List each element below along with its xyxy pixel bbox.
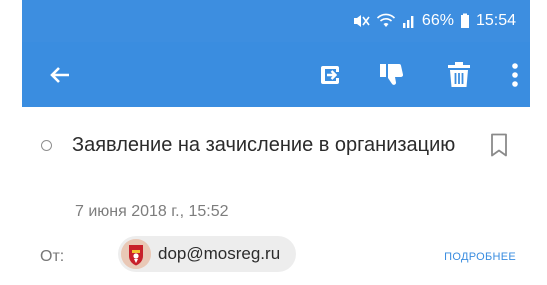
message-date: 7 июня 2018 г., 15:52 bbox=[75, 203, 229, 220]
signal-icon bbox=[402, 13, 416, 29]
more-vert-icon bbox=[511, 62, 519, 88]
spam-button[interactable] bbox=[370, 42, 414, 107]
wifi-icon bbox=[376, 13, 396, 29]
move-icon bbox=[317, 64, 343, 86]
avatar bbox=[121, 239, 151, 269]
spam-icon bbox=[379, 62, 405, 88]
message-header: Заявление на зачисление в организацию 7 … bbox=[22, 107, 530, 285]
back-arrow-icon bbox=[49, 65, 71, 85]
status-time: 15:54 bbox=[475, 12, 516, 29]
details-link[interactable]: ПОДРОБНЕЕ bbox=[444, 251, 516, 263]
from-label: От: bbox=[40, 248, 65, 265]
delete-icon bbox=[447, 61, 471, 88]
bookmark-icon bbox=[490, 133, 508, 161]
sender-email: dop@mosreg.ru bbox=[158, 244, 281, 263]
more-options-button[interactable] bbox=[497, 42, 533, 107]
status-bar: 66% 15:54 bbox=[22, 0, 530, 42]
unread-indicator[interactable] bbox=[41, 140, 52, 151]
bookmark-button[interactable] bbox=[490, 133, 508, 162]
battery-icon bbox=[460, 13, 470, 29]
back-button[interactable] bbox=[38, 42, 82, 107]
sender-chip[interactable]: dop@mosreg.ru bbox=[118, 236, 297, 272]
move-button[interactable] bbox=[308, 42, 352, 107]
mute-icon bbox=[352, 13, 370, 29]
message-subject: Заявление на зачисление в организацию bbox=[72, 134, 456, 156]
battery-percent: 66% bbox=[421, 12, 454, 29]
delete-button[interactable] bbox=[437, 42, 481, 107]
app-bar bbox=[22, 42, 530, 107]
